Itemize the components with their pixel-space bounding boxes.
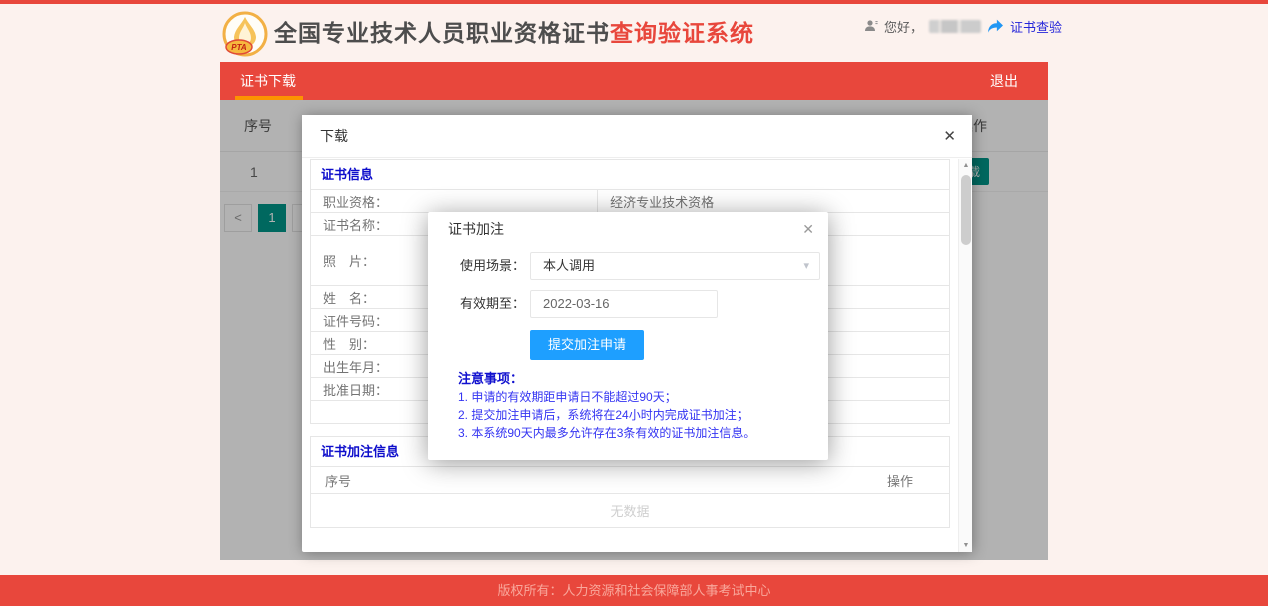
copyright-text: 版权所有：人力资源和社会保障部人事考试中心	[497, 583, 770, 598]
row-label: 职业资格：	[311, 190, 598, 212]
note-item-3: 3. 本系统90天内最多允许存在3条有效的证书加注信息。	[458, 424, 812, 442]
scene-select-value: 本人调用	[543, 258, 595, 273]
user-icon	[864, 19, 878, 33]
share-arrow-icon	[987, 19, 1004, 34]
page-title-black: 全国专业技术人员职业资格证书	[274, 20, 610, 46]
annotate-modal-title: 证书加注	[448, 221, 504, 237]
annotate-modal-close-icon[interactable]: ✕	[802, 212, 814, 246]
user-name-redacted	[929, 20, 981, 33]
note-item-1: 1. 申请的有效期距申请日不能超过90天；	[458, 388, 812, 406]
page-title: 全国专业技术人员职业资格证书查询验证系统	[274, 4, 754, 62]
download-modal-title: 下载	[320, 128, 348, 144]
annotation-col-index: 序号	[311, 471, 401, 490]
pta-logo-icon: PTA	[222, 11, 268, 57]
navbar: 证书下载 退出	[220, 62, 1048, 100]
scene-label: 使用场景：	[428, 252, 525, 280]
notes-title: 注意事项：	[458, 370, 812, 388]
annotate-modal: 证书加注 ✕ 使用场景： 本人调用 ▾ 有效期至： 2022-03-16 提交加…	[428, 212, 828, 460]
annotation-col-action: 操作	[887, 471, 949, 490]
page-header: PTA 全国专业技术人员职业资格证书查询验证系统 您好， 证书查验	[0, 4, 1268, 62]
cert-check-link[interactable]: 证书查验	[1010, 17, 1062, 36]
user-greeting: 您好，	[884, 17, 923, 36]
logout-button[interactable]: 退出	[990, 62, 1018, 100]
page-title-red: 查询验证系统	[610, 20, 754, 46]
download-modal-close-icon[interactable]: ✕	[943, 115, 956, 158]
scrollbar-down-icon[interactable]: ▼	[959, 542, 973, 549]
row-value: 经济专业技术资格	[598, 190, 949, 212]
user-area: 您好， 证书查验	[864, 14, 1062, 38]
annotation-empty-row: 无数据	[311, 493, 949, 527]
notes-section: 注意事项： 1. 申请的有效期距申请日不能超过90天； 2. 提交加注申请后，系…	[458, 370, 812, 442]
svg-text:PTA: PTA	[231, 43, 247, 52]
scrollbar-thumb[interactable]	[961, 175, 971, 245]
scene-select[interactable]: 本人调用 ▾	[530, 252, 820, 280]
cert-info-section-title: 证书信息	[311, 160, 949, 189]
valid-until-label: 有效期至：	[428, 290, 525, 318]
tab-cert-download[interactable]: 证书下载	[240, 62, 296, 100]
download-modal-titlebar: 下载 ✕	[302, 115, 972, 158]
scrollbar-up-icon[interactable]: ▲	[959, 162, 973, 169]
annotation-table-header-row: 序号 操作	[311, 466, 949, 493]
cert-info-row-occupation: 职业资格： 经济专业技术资格	[311, 189, 949, 212]
footer: 版权所有：人力资源和社会保障部人事考试中心	[0, 575, 1268, 606]
annotate-modal-titlebar: 证书加注 ✕	[428, 212, 828, 246]
note-item-2: 2. 提交加注申请后，系统将在24小时内完成证书加注；	[458, 406, 812, 424]
chevron-down-icon: ▾	[803, 253, 809, 279]
valid-until-input[interactable]: 2022-03-16	[530, 290, 718, 318]
modal-scrollbar[interactable]: ▲ ▼	[958, 159, 972, 552]
submit-annotation-button[interactable]: 提交加注申请	[530, 330, 644, 360]
